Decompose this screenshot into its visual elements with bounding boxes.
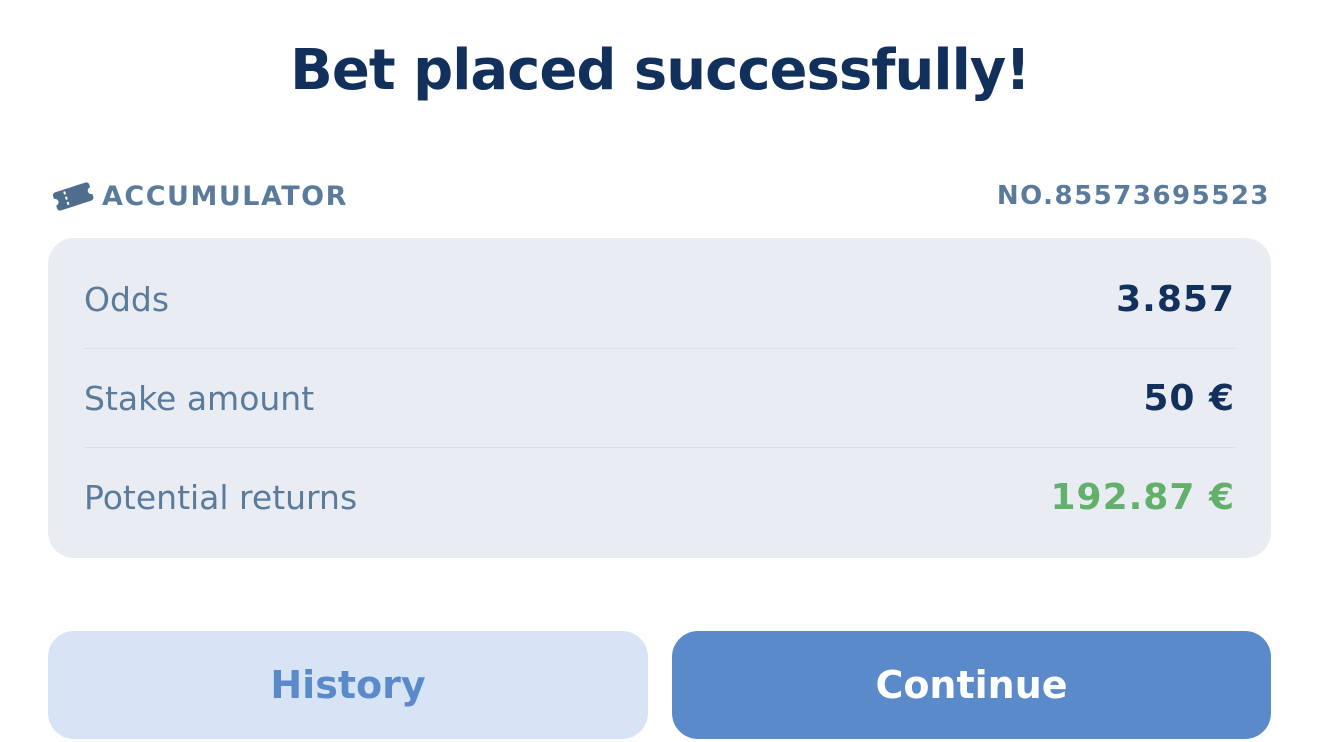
history-button[interactable]: History <box>48 631 648 739</box>
bet-summary-card: Odds 3.857 Stake amount 50 € Potential r… <box>48 238 1271 558</box>
odds-label: Odds <box>84 279 170 319</box>
stake-row: Stake amount 50 € <box>84 349 1235 448</box>
bet-type-label: ACCUMULATOR <box>102 180 348 212</box>
potential-returns-value: 192.87 € <box>1050 477 1235 518</box>
bet-number: NO.85573695523 <box>996 181 1270 211</box>
stake-value: 50 € <box>1143 377 1235 419</box>
page-title: Bet placed successfully! <box>290 38 1031 103</box>
continue-button[interactable]: Continue <box>672 631 1271 739</box>
potential-returns-row: Potential returns 192.87 € <box>84 448 1235 547</box>
odds-row: Odds 3.857 <box>84 250 1235 349</box>
potential-returns-label: Potential returns <box>84 478 358 517</box>
ticket-icon <box>52 179 94 213</box>
bet-meta-row: ACCUMULATOR NO.85573695523 <box>52 176 1270 216</box>
bet-type: ACCUMULATOR <box>52 179 348 213</box>
stake-label: Stake amount <box>84 378 315 418</box>
odds-value: 3.857 <box>1116 278 1235 320</box>
